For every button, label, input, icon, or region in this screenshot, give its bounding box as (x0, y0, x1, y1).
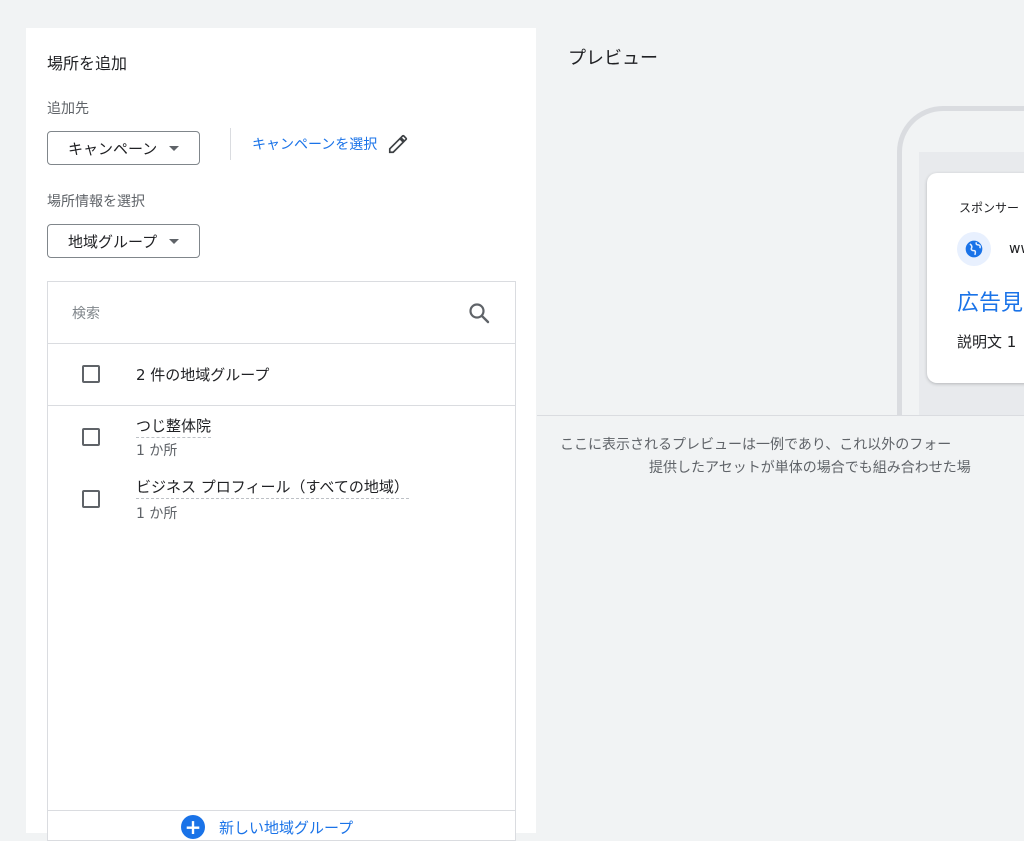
ad-card: スポンサー ww 広告見 説明文 1 (927, 173, 1024, 383)
divider (230, 128, 231, 160)
location-info-label: 場所情報を選択 (47, 194, 145, 210)
search-input[interactable] (70, 300, 444, 328)
item-name-wrap: つじ整体院 (136, 415, 212, 438)
location-group-dropdown[interactable]: 地域グループ (47, 224, 201, 258)
chevron-down-icon (169, 238, 180, 244)
item-checkbox[interactable] (82, 428, 100, 446)
item-checkbox[interactable] (82, 490, 100, 508)
ad-preview: スポンサー ww 広告見 説明文 1 (537, 28, 1024, 415)
search-bar (48, 282, 515, 344)
group-header-row: 2 件の地域グループ (48, 344, 515, 406)
sponsor-label: スポンサー (959, 201, 1020, 215)
add-to-label: 追加先 (47, 101, 89, 117)
select-all-checkbox[interactable] (82, 365, 100, 383)
item-name[interactable]: ビジネス プロフィール（すべての地域） (136, 478, 409, 499)
new-location-group-label: 新しい地域グループ (219, 818, 354, 837)
select-campaign-label: キャンペーンを選択 (252, 137, 378, 153)
add-circle-icon: + (181, 815, 205, 839)
globe-icon (957, 232, 991, 266)
chevron-down-icon (169, 145, 180, 151)
group-count-label: 2 件の地域グループ (136, 366, 270, 384)
panel-title: 場所を追加 (47, 54, 128, 73)
location-group-list: 2 件の地域グループ つじ整体院 1 か所 ビジネス プロフィール（すべての地域… (47, 281, 516, 841)
location-dropdown-label: 地域グループ (68, 232, 158, 251)
preview-divider (537, 415, 1024, 416)
campaign-dropdown-label: キャンペーン (68, 139, 158, 158)
ad-headline: 広告見 (957, 291, 1024, 316)
preview-note-line2: 提供したアセットが単体の場合でも組み合わせた場 (649, 460, 971, 476)
add-location-panel: 場所を追加 追加先 キャンペーン キャンペーンを選択 場所情報を選択 地域グルー… (26, 28, 536, 841)
pencil-icon (389, 134, 408, 154)
preview-note: ここに表示されるプレビューは一例であり、これ以外のフォー 提供したアセットが単体… (560, 434, 1024, 480)
search-icon[interactable] (467, 301, 491, 325)
add-group-bar: + 新しい地域グループ (48, 810, 515, 840)
item-name-wrap: ビジネス プロフィール（すべての地域） (136, 476, 409, 499)
ad-description: 説明文 1 (957, 333, 1017, 351)
item-count: 1 か所 (136, 443, 178, 459)
select-campaign-link[interactable]: キャンペーンを選択 (252, 133, 409, 155)
preview-note-line1: ここに表示されるプレビューは一例であり、これ以外のフォー (560, 437, 952, 453)
ad-url: ww (1009, 241, 1024, 257)
item-count: 1 か所 (136, 506, 178, 522)
item-name[interactable]: つじ整体院 (136, 417, 212, 438)
new-location-group-button[interactable]: + 新しい地域グループ (181, 815, 353, 839)
campaign-dropdown[interactable]: キャンペーン (47, 131, 201, 165)
